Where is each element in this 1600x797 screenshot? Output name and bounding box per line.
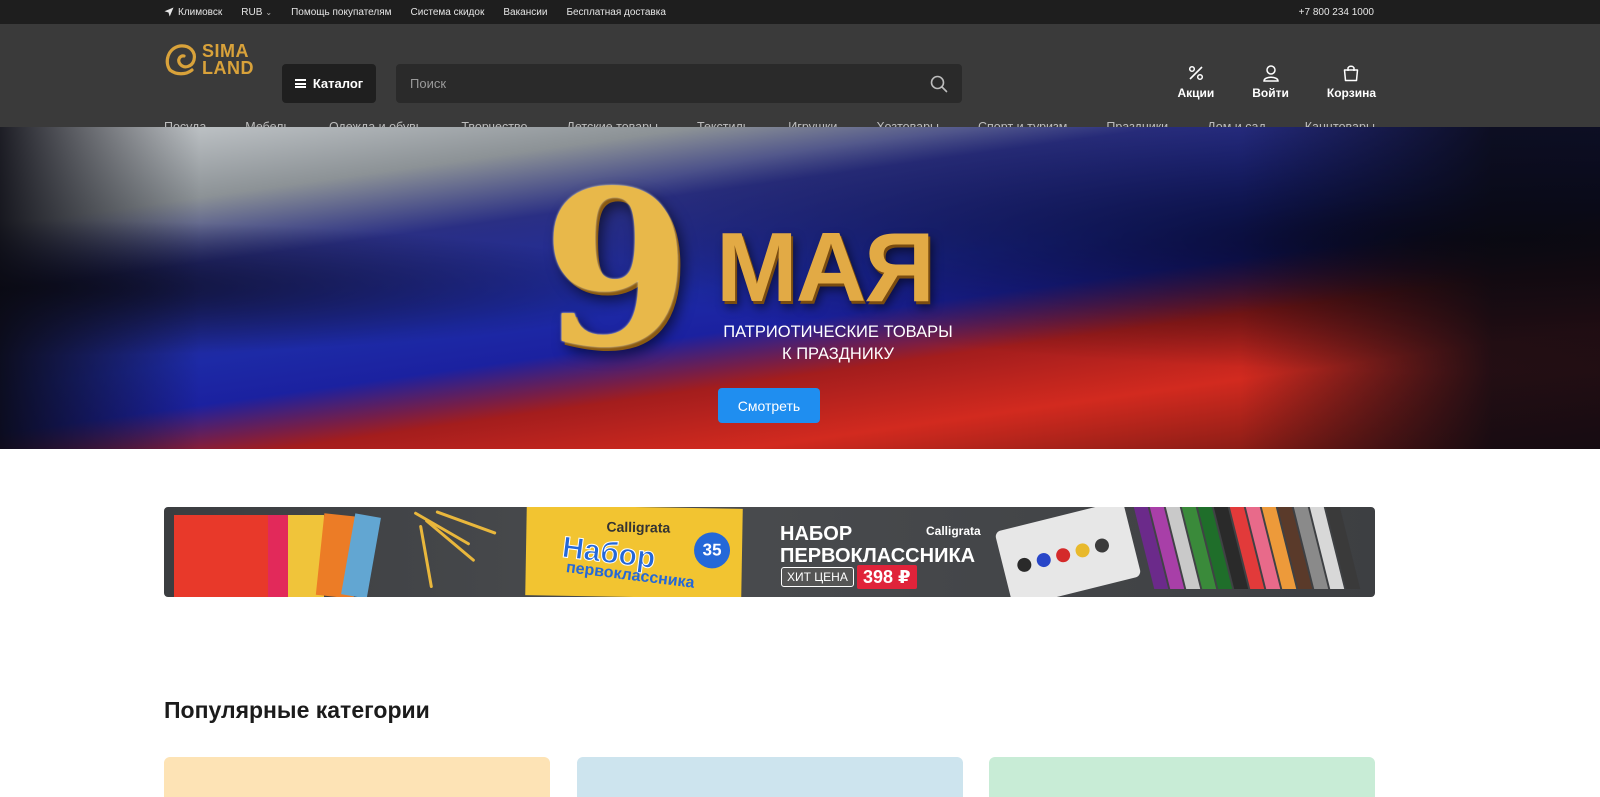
search-bar [396,64,962,103]
logo-text: SIMA LAND [202,42,254,78]
user-icon [1262,65,1279,82]
search-icon[interactable] [930,75,948,93]
paint-dot [1074,541,1092,559]
paint-dot [1093,537,1111,555]
menu-icon [294,79,306,88]
hit-price-badge: ХИТ ЦЕНА [781,567,854,587]
promotions-button[interactable]: Акции [1177,64,1214,100]
logo[interactable]: SIMA LAND [164,40,258,80]
hero-subtitle: ПАТРИОТИЧЕСКИЕ ТОВАРЫ К ПРАЗДНИКУ [700,321,976,365]
kit-brand: Calligrata [606,518,671,536]
category-card[interactable] [164,757,550,797]
kit-box-image: Calligrata Набор первоклассника 35 [525,507,743,597]
popular-categories-title: Популярные категории [164,697,430,723]
link-vacancies[interactable]: Вакансии [503,7,547,18]
header: SIMA LAND Каталог Акции Войти [0,24,1600,134]
top-bar: Климовск RUB ⌄ Помощь покупателям Систем… [0,0,1600,24]
currency-selector[interactable]: RUB ⌄ [241,7,272,18]
paper-sheet-red [174,515,274,597]
promotions-label: Акции [1177,86,1215,100]
hero-view-button[interactable]: Смотреть [718,388,820,423]
paint-palette-image [994,507,1142,597]
phone-link[interactable]: +7 800 234 1000 [1299,7,1374,18]
pencil [424,518,476,563]
hero-subtitle-line-1: ПАТРИОТИЧЕСКИЕ ТОВАРЫ [723,323,953,341]
login-button[interactable]: Войти [1252,64,1289,100]
link-discounts[interactable]: Система скидок [411,7,485,18]
hero-subtitle-line-2: К ПРАЗДНИКУ [782,345,894,363]
currency-label: RUB [241,6,263,18]
category-card[interactable] [989,757,1375,797]
hero-shade-left [0,127,200,449]
catalog-button[interactable]: Каталог [282,64,376,103]
logo-mark-icon [165,44,196,76]
header-actions: Акции Войти Корзина [1139,64,1376,100]
paint-dot [1035,551,1053,569]
hero-title: МАЯ [716,212,935,322]
bag-icon [1344,65,1359,82]
link-free-delivery[interactable]: Бесплатная доставка [566,7,665,18]
promo-title-line-2: ПЕРВОКЛАССНИКА [780,545,976,567]
category-card[interactable] [577,757,963,797]
location-arrow-icon [164,7,174,17]
location-label: Климовск [178,6,223,18]
hero-shade-right [1240,127,1600,449]
login-label: Войти [1252,86,1289,100]
link-help[interactable]: Помощь покупателям [291,7,391,18]
promo-price: 398 ₽ [857,565,917,589]
promo-banner[interactable]: Calligrata Набор первоклассника 35 НАБОР… [164,507,1375,597]
percent-icon [1188,65,1203,81]
paper-sheet-pink [268,515,288,597]
search-input[interactable] [396,64,930,103]
hero-number: 9 [542,144,691,395]
cart-label: Корзина [1326,86,1376,100]
catalog-label: Каталог [312,76,364,91]
hero-banner[interactable]: 9 МАЯ ПАТРИОТИЧЕСКИЕ ТОВАРЫ К ПРАЗДНИКУ … [0,127,1600,449]
promo-brand: Calligrata [926,524,981,538]
location-selector[interactable]: Климовск [164,7,222,18]
paint-dot [1015,556,1033,574]
chevron-down-icon: ⌄ [265,7,273,17]
pencil [418,524,434,589]
kit-count-badge: 35 [693,532,731,569]
cart-button[interactable]: Корзина [1327,64,1376,100]
logo-line-2: LAND [202,58,254,78]
paint-dot [1054,546,1072,564]
